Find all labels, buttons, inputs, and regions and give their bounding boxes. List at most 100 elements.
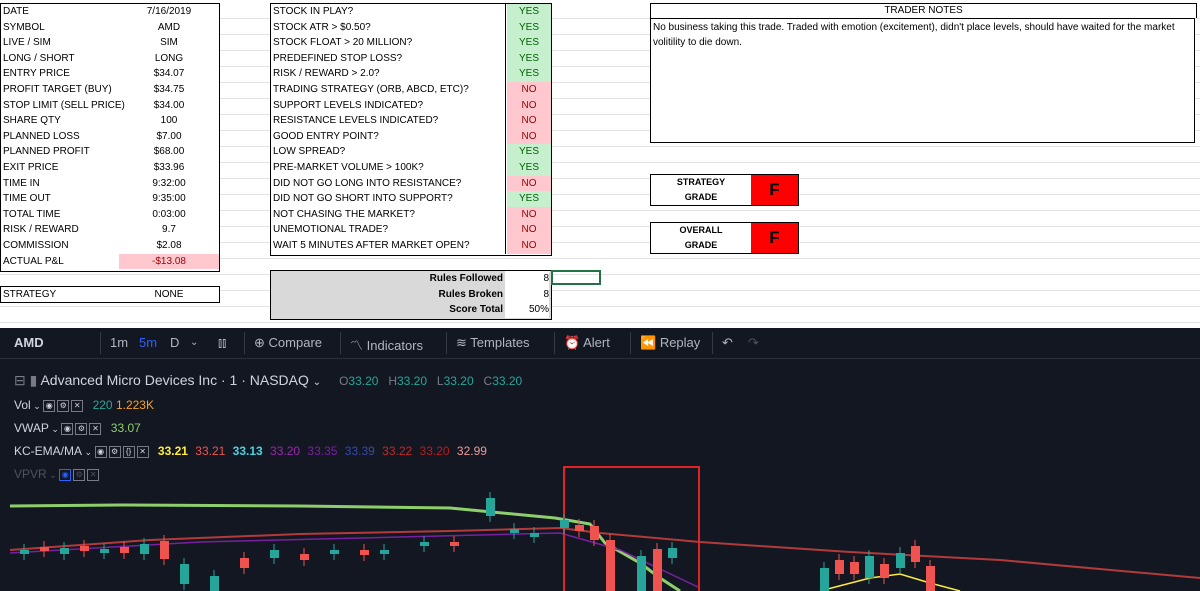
settings-icon[interactable]: ⚙ [73,468,86,481]
eye-off-icon[interactable]: ◉ [59,468,72,481]
compare-button[interactable]: ⊕ Compare [254,335,322,351]
spreadsheet: DATE 7/16/2019 SYMBOL AMD LIVE / SIM SIM LONG … [0,0,1200,328]
toolbar-divider [244,332,245,354]
rule-answer[interactable]: YES [507,19,551,36]
trade-detail-value[interactable]: $7.00 [119,129,219,145]
trade-detail-value[interactable]: -$13.08 [119,253,219,270]
rule-answer[interactable]: NO [507,81,551,98]
interval-5m[interactable]: 5m [139,335,157,350]
replay-button[interactable]: ⏪ Replay [640,335,700,351]
kc-legend: KC-EMA/MA ⌄ ◉ ⚙{} ✕ 33.21 33.21 33.13 33.2… [14,444,487,458]
chevron-down-icon[interactable]: ⌄ [49,424,62,434]
eye-icon[interactable]: ◉ [94,445,107,458]
selected-cell[interactable] [551,270,601,285]
trade-detail-value[interactable]: 0:03:00 [119,207,219,223]
interval-1m[interactable]: 1m [110,335,128,350]
volume-value-1: 220 [92,398,113,412]
interval-d[interactable]: D [170,335,179,350]
alert-label: Alert [583,335,610,350]
toolbar-divider [446,332,447,354]
rule-row: RESISTANCE LEVELS INDICATED? NO [271,113,551,129]
overall-grade-label-2: GRADE [684,240,718,250]
trade-detail-value[interactable]: 100 [119,113,219,129]
trade-detail-value[interactable]: SIM [119,35,219,51]
kc-label[interactable]: KC-EMA/MA [14,444,82,458]
rule-answer[interactable]: NO [507,97,551,114]
vwap-label[interactable]: VWAP [14,421,49,435]
rule-answer[interactable]: YES [507,191,551,207]
settings-icon[interactable]: ⚙ [75,422,88,435]
rule-answer[interactable]: NO [507,222,551,238]
candle [530,533,539,537]
candle [606,540,615,591]
trader-notes-text[interactable]: No business taking this trade. Traded wi… [650,18,1195,143]
rule-answer[interactable]: NO [507,128,551,145]
strategy-grade-value[interactable]: F [751,175,798,205]
alert-button[interactable]: ⏰ Alert [564,335,610,351]
rules-broken-label: Rules Broken [438,288,503,300]
indicators-button[interactable]: 〽 Indicators [350,335,423,354]
chevron-down-icon[interactable]: ⌄ [31,401,44,411]
rule-text: GOOD ENTRY POINT? [273,128,506,145]
score-total-value[interactable]: 50% [505,302,549,318]
trade-detail-value[interactable]: $2.08 [119,238,219,254]
price-chart[interactable]: AMD 1m 5m D ⌄ ⫾⫾ ⊕ Compare 〽 Indicators … [0,328,1200,591]
trade-details-table: DATE 7/16/2019 SYMBOL AMD LIVE / SIM SIM LONG … [0,3,220,272]
overall-grade-label: OVERALL [679,225,723,235]
rule-answer[interactable]: YES [507,159,551,176]
close-icon[interactable]: ✕ [71,399,84,412]
rule-answer[interactable]: NO [507,237,551,254]
strategy-grade-box: STRATEGY GRADE F [650,174,799,206]
close-icon[interactable]: ✕ [89,422,102,435]
trade-detail-value[interactable]: $34.75 [119,82,219,98]
source-code-icon[interactable]: {} [122,445,135,458]
trade-detail-value[interactable]: $68.00 [119,144,219,160]
chevron-down-icon[interactable]: ⌄ [82,447,95,457]
candlestick-plot[interactable] [0,328,1200,591]
kc-value-1: 33.21 [157,444,188,458]
strategy-value[interactable]: NONE [119,287,219,302]
close-icon[interactable]: ✕ [87,468,100,481]
rule-answer[interactable]: YES [507,35,551,51]
close-icon[interactable]: ✕ [136,445,149,458]
trade-detail-value[interactable]: LONG [119,51,219,67]
trade-detail-value[interactable]: 9:32:00 [119,176,219,192]
trade-detail-value[interactable]: $33.96 [119,160,219,176]
rule-answer[interactable]: YES [507,144,551,160]
rule-answer[interactable]: NO [507,175,551,192]
collapse-icon[interactable]: ⊟ [14,372,26,388]
trade-detail-value[interactable]: 9:35:00 [119,191,219,207]
rule-answer[interactable]: YES [507,50,551,67]
symbol-search[interactable]: AMD [14,335,44,350]
settings-icon[interactable]: ⚙ [57,399,70,412]
chevron-down-icon[interactable]: ⌄ [47,470,60,480]
trade-detail-value[interactable]: AMD [119,20,219,36]
overall-grade-value[interactable]: F [751,223,798,253]
vwap-value: 33.07 [110,421,141,435]
chevron-down-icon[interactable]: ⌄ [190,337,198,348]
volume-label[interactable]: Vol [14,398,31,412]
rules-broken-value[interactable]: 8 [505,286,549,303]
eye-icon[interactable]: ◉ [43,399,56,412]
rule-answer[interactable]: NO [507,206,551,223]
candle-type-icon[interactable]: ⫾⫾ [218,335,226,351]
rule-answer[interactable]: YES [507,66,551,82]
rule-answer[interactable]: NO [507,113,551,129]
undo-icon[interactable]: ↶ [722,335,733,351]
trade-detail-value[interactable]: $34.07 [119,66,219,82]
rule-answer[interactable]: YES [507,4,551,20]
trade-detail-value[interactable]: 9.7 [119,222,219,238]
rule-row: GOOD ENTRY POINT? NO [271,128,551,145]
trade-detail-value[interactable]: $34.00 [119,98,219,114]
trade-detail-value[interactable]: 7/16/2019 [119,4,219,20]
eye-icon[interactable]: ◉ [61,422,74,435]
rules-followed-value[interactable]: 8 [505,271,549,287]
settings-icon[interactable]: ⚙ [108,445,121,458]
trade-detail-row: STOP LIMIT (SELL PRICE) $34.00 [1,98,219,114]
redo-icon[interactable]: ↷ [748,335,759,351]
templates-button[interactable]: ≋ Templates [456,335,530,351]
vpvr-label[interactable]: VPVR [14,467,47,481]
strategy-grade-label: STRATEGY [676,177,726,187]
chevron-down-icon[interactable]: ⌄ [313,377,321,388]
symbol-title[interactable]: Advanced Micro Devices Inc · 1 · NASDAQ [40,372,308,388]
